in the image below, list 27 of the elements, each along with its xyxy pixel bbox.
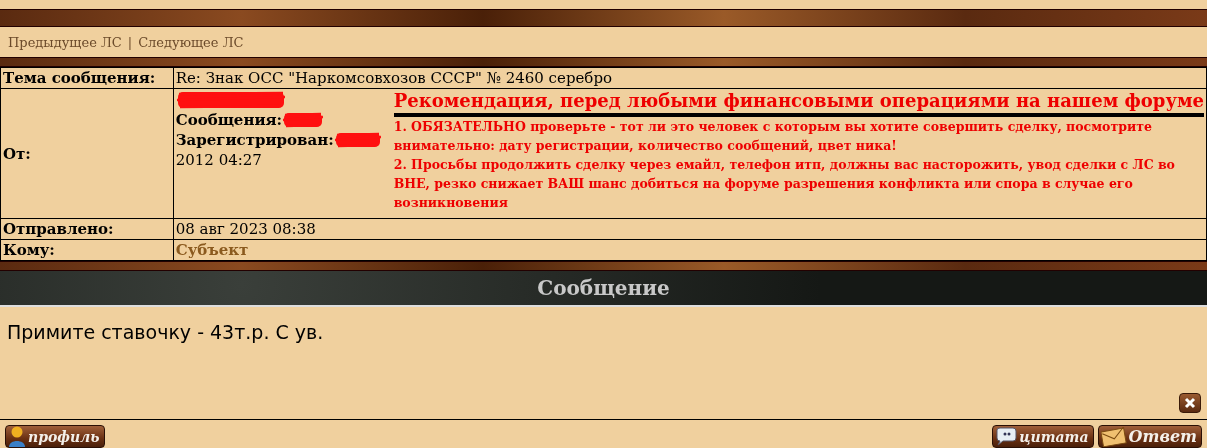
sent-date: 08 авг 2023 08:38 (173, 218, 1207, 240)
warning-title: Рекомендация, перед любыми финансовыми операциями на нашем форуме (393, 90, 1204, 117)
posts-label: Сообщения: (175, 110, 283, 130)
registered-date: 2012 04:27 (175, 150, 263, 170)
reply-button[interactable]: Ответ (1097, 425, 1202, 448)
subject-value: Re: Знак ОСС "Наркомсовхозов СССР" № 2460 серебро (173, 67, 1207, 89)
warning-text: 2. Просьбы продолжить сделку через емайл, телефон итп, должны вас насторожить, увод сделки с ЛС во ВНЕ, резко снижает ВАШ шанс добиться на форуме разрешения конфликта или спора в случае его возникновения (393, 156, 1176, 212)
close-icon (1184, 397, 1196, 409)
next-message-link[interactable]: Следующее ЛС (138, 34, 244, 50)
quote-button[interactable]: цитата (992, 425, 1094, 448)
redaction-scribble (333, 131, 382, 149)
field-label: Кому: (0, 239, 174, 261)
separator: | (127, 34, 133, 50)
field-label: От: (0, 88, 174, 219)
profile-button[interactable]: профиль (5, 425, 105, 448)
recipient-name: Субъект (175, 241, 249, 259)
warning-text: 1. ОБЯЗАТЕЛЬНО проверьте - тот ли это человек с которым вы хотите совершить сделку, посмотрите внимательно: дату регистрации, количество сообщений, цвет ника! (393, 118, 1153, 155)
speech-bubble-icon (995, 426, 1018, 447)
close-button[interactable] (1179, 393, 1201, 413)
message-heading: Сообщение (0, 271, 1207, 307)
message-body: Примите ставочку - 43т.р. С ув. (6, 320, 325, 345)
field-label: Тема сообщения: (0, 67, 174, 89)
previous-message-link[interactable]: Предыдущее ЛС (8, 34, 122, 50)
registered-label: Зарегистрирован: (175, 130, 334, 150)
field-label: Отправлено: (0, 218, 174, 240)
envelope-icon (1100, 426, 1127, 447)
person-icon (8, 425, 26, 448)
